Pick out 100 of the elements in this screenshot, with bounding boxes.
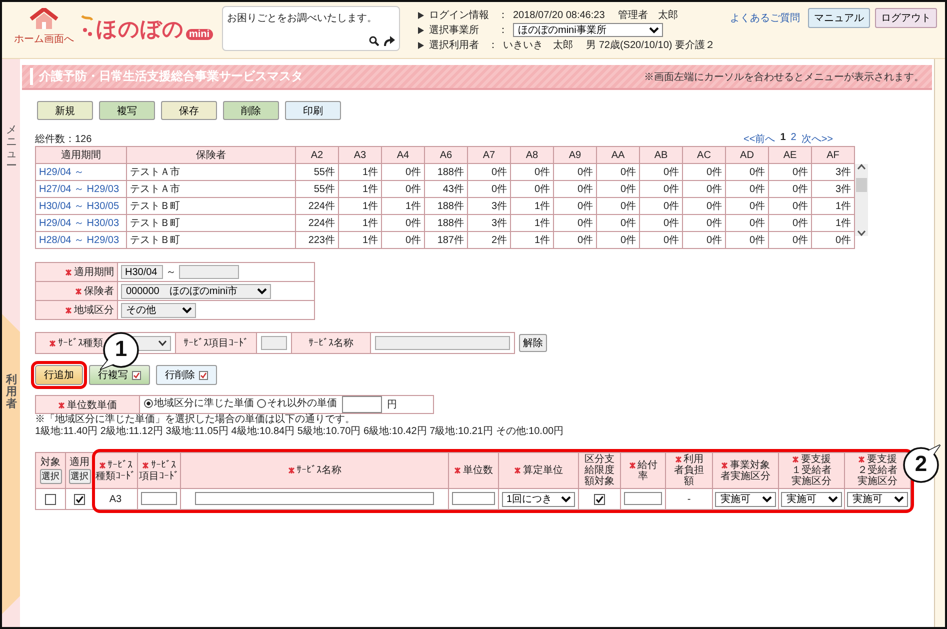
- table-cell: 0件: [382, 180, 424, 198]
- toolbar-button[interactable]: 削除: [223, 101, 279, 120]
- manual-button[interactable]: マニュアル: [808, 8, 870, 28]
- table-cell: 0件: [768, 198, 812, 214]
- column-header: 単位数: [450, 465, 497, 476]
- input-field[interactable]: [141, 492, 177, 506]
- logo-text: ほのぼの: [96, 19, 184, 40]
- table-cell: 0件: [640, 214, 682, 232]
- table-cell: 1件: [510, 198, 554, 214]
- next-link[interactable]: 次へ>>: [801, 132, 833, 146]
- radio-button[interactable]: [144, 398, 153, 408]
- column-header: 対象: [40, 457, 62, 468]
- checkbox[interactable]: [74, 494, 85, 505]
- info-value: いきいき 太郎: [503, 38, 574, 52]
- table-cell: 55件: [296, 164, 338, 180]
- select-all-button[interactable]: 選択: [40, 469, 62, 484]
- toolbar-button[interactable]: 保存: [161, 101, 217, 120]
- table-cell: 0件: [640, 164, 682, 180]
- triangle-icon: [418, 26, 424, 34]
- table-cell: 0件: [640, 180, 682, 198]
- radio-button[interactable]: [257, 398, 266, 408]
- table-cell: -: [666, 488, 712, 510]
- table-cell: 0件: [726, 214, 768, 232]
- office-select[interactable]: ほのぼのmini事業所: [513, 23, 663, 37]
- filter-select[interactable]: 000000 ほのぼのmini市: [121, 284, 271, 298]
- note-text: 1級地:11.40円 2級地:11.12円 3級地:11.05円 4級地:10.84円 5級地:10.70円 6級地:10.42円 7級地:10.21円 その他:10.00円: [35, 426, 565, 438]
- page-link[interactable]: 1: [780, 132, 786, 146]
- column-header: 要支援２受給者実施区分: [856, 454, 898, 488]
- table-cell: 0件: [382, 214, 424, 232]
- table-cell: 0件: [596, 214, 640, 232]
- checkbox[interactable]: [45, 494, 56, 505]
- dropdown[interactable]: 1回につき: [502, 492, 576, 507]
- checkbox[interactable]: [594, 494, 605, 505]
- table-cell: 0件: [554, 164, 596, 180]
- logout-button[interactable]: ログアウト: [875, 8, 937, 28]
- search-icon[interactable]: [369, 36, 379, 46]
- faq-link[interactable]: よくあるご質問: [730, 11, 800, 25]
- input-field[interactable]: [195, 492, 434, 506]
- field-label: ｻｰﾋﾞｽ項目ｺｰﾄﾞ: [176, 332, 256, 354]
- info-value: 男 72歳(S20/10/10) 要介護２: [586, 38, 715, 52]
- range-separator: ～: [166, 266, 176, 278]
- toolbar-button[interactable]: 印刷: [285, 101, 341, 120]
- curved-arrow-icon[interactable]: [383, 36, 395, 47]
- note-text: ※「地域区分に準じた単価」を選択した場合の単価は以下の通りです。: [35, 414, 356, 426]
- filter-select[interactable]: その他: [121, 302, 196, 318]
- scroll-thumb[interactable]: [856, 178, 867, 192]
- dropdown[interactable]: 実施可: [847, 492, 908, 507]
- column-header: A3: [338, 146, 382, 164]
- input-field[interactable]: [452, 492, 495, 506]
- column-header: 保険者: [126, 146, 296, 164]
- table-cell: 188件: [424, 164, 468, 180]
- toolbar-button[interactable]: 複写: [99, 101, 155, 120]
- menu-tab[interactable]: メニュー: [6, 59, 17, 244]
- house-icon[interactable]: [29, 8, 59, 30]
- table-cell: 1件: [338, 164, 382, 180]
- table-cell: 188件: [424, 214, 468, 232]
- table-cell: 0件: [382, 232, 424, 248]
- table-cell: 0件: [682, 214, 726, 232]
- prev-link[interactable]: <<前へ: [744, 132, 776, 146]
- input-field[interactable]: [624, 492, 662, 506]
- info-value: 2018/07/20 08:46:23: [513, 10, 605, 20]
- column-header: AF: [812, 146, 854, 164]
- radio-label: それ以外の単価: [267, 396, 337, 410]
- clear-button[interactable]: 解除: [519, 334, 547, 352]
- user-tab[interactable]: 利用者: [2, 314, 20, 614]
- table-cell: 1件: [510, 232, 554, 248]
- search-input[interactable]: お困りごとをお調べいたします。: [223, 7, 396, 41]
- home-link[interactable]: ホーム画面へ: [14, 32, 74, 46]
- select-all-button[interactable]: 選択: [68, 469, 90, 484]
- table-cell: 0件: [768, 164, 812, 180]
- search-field[interactable]: お困りごとをお調べいたします。: [222, 6, 400, 51]
- row-button[interactable]: 行削除: [156, 365, 217, 385]
- dropdown[interactable]: 実施可: [781, 492, 842, 507]
- page-link[interactable]: 2: [790, 132, 796, 146]
- checkbox-icon: [199, 370, 208, 380]
- end-field[interactable]: [178, 265, 239, 280]
- table-cell: 0件: [554, 198, 596, 214]
- column-header: AC: [682, 146, 726, 164]
- search-input[interactable]: [375, 336, 510, 350]
- field-label: ｻｰﾋﾞｽ名称: [292, 332, 370, 354]
- scroll-down-icon[interactable]: [857, 230, 866, 236]
- dropdown[interactable]: 実施可: [715, 492, 776, 507]
- scrollbar[interactable]: [855, 164, 868, 236]
- scroll-up-icon[interactable]: [857, 164, 866, 170]
- price-input[interactable]: [342, 396, 382, 414]
- table-cell: 1件: [510, 214, 554, 232]
- table-cell: 1件: [338, 198, 382, 214]
- info-label: ログイン情報: [429, 8, 490, 22]
- table-cell: 0件: [682, 180, 726, 198]
- search-input[interactable]: [261, 336, 287, 350]
- table-cell: 2件: [468, 232, 510, 248]
- table-cell: 0件: [554, 232, 596, 248]
- start-field[interactable]: H30/04: [121, 265, 163, 280]
- table-cell: 0件: [812, 232, 854, 248]
- table-cell: 0件: [640, 198, 682, 214]
- toolbar-button[interactable]: 新規: [37, 101, 93, 120]
- table-cell: 1件: [338, 214, 382, 232]
- triangle-icon: [418, 42, 424, 48]
- row-button[interactable]: 行複写: [89, 365, 150, 385]
- column-header: A4: [382, 146, 424, 164]
